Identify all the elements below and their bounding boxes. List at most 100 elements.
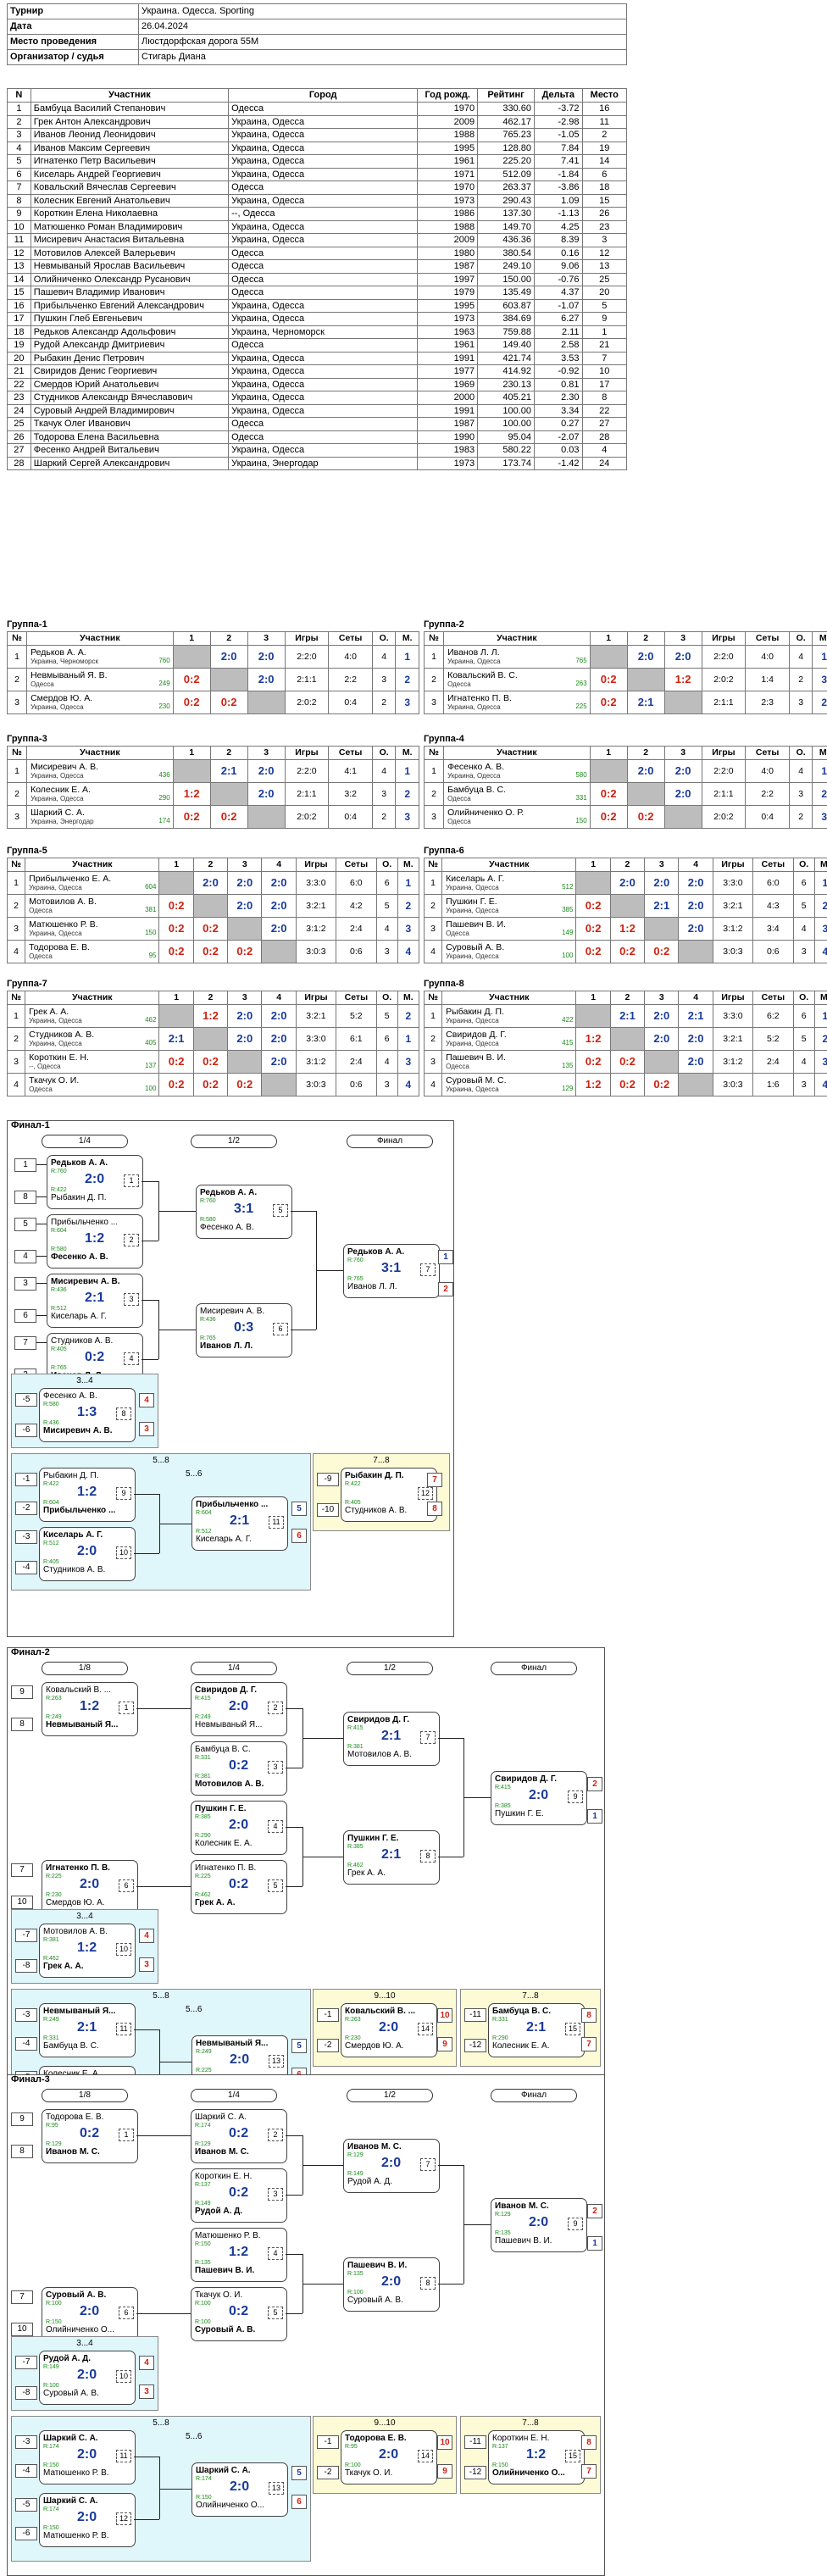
group-score-cell: 0:2 xyxy=(193,941,227,963)
group-score-cell: 0:2 xyxy=(173,691,210,714)
participants-table: NУчастникГородГод рожд.РейтингДельтаМест… xyxy=(7,88,627,470)
group-header-cell: О. xyxy=(372,632,395,646)
match-player-2: Прибыльченко ... xyxy=(43,1506,128,1515)
group-place-cell: 3 xyxy=(397,1051,419,1074)
group-sets-cell: 4:2 xyxy=(336,895,376,918)
group-player-cell: 462Грек А. А.Украина, Одесса xyxy=(25,1005,159,1028)
participant-cell: 380.54 xyxy=(478,247,535,260)
participant-cell: Смердов Юрий Анатольевич xyxy=(31,378,228,391)
participants-header-cell: Дельта xyxy=(534,89,582,103)
participant-cell: 290.43 xyxy=(478,194,535,208)
place-badge: 2 xyxy=(587,2204,602,2218)
group-points-cell: 2 xyxy=(789,806,812,829)
match-player-1: Шаркий С. А. xyxy=(195,2112,280,2122)
group-row: 3174Шаркий С. А.Украина, Энергодар0:20:2… xyxy=(8,806,419,829)
match-rating-1: R:129 xyxy=(495,2212,511,2218)
round-header: 1/8 xyxy=(42,2089,128,2102)
group-header-cell: М. xyxy=(813,747,827,760)
match-score: 2:1 xyxy=(526,2020,546,2035)
group-header-cell: 2 xyxy=(610,991,644,1005)
match-rating-1: R:263 xyxy=(46,1696,62,1702)
participant-cell: 1983 xyxy=(418,444,478,458)
final-title: Финал-3 xyxy=(11,2074,50,2085)
group-score-cell: 0:2 xyxy=(159,918,193,941)
group-self-cell xyxy=(193,895,227,918)
participant-cell: 2 xyxy=(582,129,626,142)
group-row-number: 2 xyxy=(425,1028,442,1051)
match-score: 2:0 xyxy=(230,2479,249,2495)
match-player-2: Рудой А. Д. xyxy=(195,2207,280,2216)
participant-cell: -0.76 xyxy=(534,273,582,286)
participant-row: 17Пушкин Глеб ЕвгеньевичУкраина, Одесса1… xyxy=(8,313,627,326)
participant-cell: 19 xyxy=(8,339,31,353)
group-score-cell: 2:1 xyxy=(610,1005,644,1028)
group-sets-cell: 6:2 xyxy=(753,1005,793,1028)
group-score-cell: 2:0 xyxy=(262,1028,296,1051)
match-rating-1: R:415 xyxy=(495,1785,511,1790)
participant-cell: 11 xyxy=(582,115,626,129)
group-row-number: 1 xyxy=(425,646,444,669)
seed-number: -7 xyxy=(15,1929,37,1942)
match-rating-2: R:150 xyxy=(43,2462,59,2468)
match-score: 1:3 xyxy=(77,1405,97,1420)
group-score-cell: 0:2 xyxy=(193,1051,227,1074)
participant-row: 24Суровый Андрей ВладимировичУкраина, Од… xyxy=(8,404,627,418)
participant-cell: Невмываный Ярослав Васильевич xyxy=(31,260,228,274)
match-number: 11 xyxy=(269,1516,284,1529)
match-rating-2: R:290 xyxy=(195,1833,211,1839)
participant-cell: 1963 xyxy=(418,325,478,339)
match-rating-2: R:405 xyxy=(43,1559,59,1565)
player-name: Студников А. В. xyxy=(29,1030,94,1040)
subsection-title: 3...4 xyxy=(12,1912,158,1921)
participant-cell: 2.58 xyxy=(534,339,582,353)
participant-cell: 2009 xyxy=(418,115,478,129)
group-header-cell: Сеты xyxy=(746,747,790,760)
match-box: Пашевич В. И.R:1352:0R:100Суровый А. В.8 xyxy=(343,2257,440,2312)
bracket-line xyxy=(134,1553,159,1554)
participant-cell: 8 xyxy=(8,194,31,208)
participant-cell: 10 xyxy=(8,220,31,234)
participant-cell: Украина, Одесса xyxy=(229,352,418,365)
match-rating-1: R:331 xyxy=(492,2017,508,2023)
match-score: 2:0 xyxy=(80,2304,99,2319)
group-score-cell: 0:2 xyxy=(576,895,610,918)
group-games-cell: 3:1:2 xyxy=(713,1051,752,1074)
group-table: №Участник1234ИгрыСетыО.М.1512Киселарь А.… xyxy=(424,858,827,963)
group-place-cell: 2 xyxy=(397,1005,419,1028)
participant-row: 26Тодорова Елена ВасильевнаОдесса199095.… xyxy=(8,430,627,444)
match-number: 11 xyxy=(116,2023,131,2035)
participant-cell: 2009 xyxy=(418,234,478,247)
match-player-1: Свиридов Д. Г. xyxy=(347,1715,432,1724)
match-number: 5 xyxy=(273,1204,288,1217)
match-box: Редьков А. А.R:7602:0R:422Рыбакин Д. П.1 xyxy=(47,1155,143,1209)
group-row-number: 3 xyxy=(8,918,25,941)
group-player-cell: 129Суровый М. С.Украина, Одесса xyxy=(442,1074,576,1096)
group-row-number: 1 xyxy=(8,760,27,783)
match-player-2: Смердов Ю. А. xyxy=(46,1898,130,1907)
match-rating-1: R:422 xyxy=(43,1481,59,1487)
player-name: Суровый М. С. xyxy=(446,1075,506,1085)
participant-cell: 11 xyxy=(8,234,31,247)
group-score-cell: 1:2 xyxy=(664,669,702,691)
group-sets-cell: 3:2 xyxy=(329,783,373,806)
match-rating-1: R:760 xyxy=(347,1257,364,1263)
seed-number: -4 xyxy=(15,2037,37,2051)
group-header-cell: Участник xyxy=(442,991,576,1005)
group-points-cell: 4 xyxy=(372,646,395,669)
group-header-cell: Участник xyxy=(27,632,174,646)
participant-cell: 173.74 xyxy=(478,457,535,470)
match-score: 2:0 xyxy=(77,1544,97,1559)
participant-cell: 23 xyxy=(8,391,31,405)
group-points-cell: 5 xyxy=(793,895,814,918)
match-player-1: Пашевич В. И. xyxy=(347,2261,432,2270)
bracket-line xyxy=(36,1315,47,1316)
match-rating-1: R:760 xyxy=(200,1198,216,1204)
bracket-line xyxy=(302,2284,343,2285)
match-rating-1: R:405 xyxy=(51,1346,67,1352)
group-row: 1580Фесенко А. В.Украина, Одесса2:02:02:… xyxy=(425,760,827,783)
group-score-cell: 1:2 xyxy=(173,783,210,806)
group-score-cell: 0:2 xyxy=(210,806,247,829)
match-player-2: Пушкин Г. Е. xyxy=(495,1809,580,1818)
group-header-cell: О. xyxy=(376,858,397,872)
seed-number: 8 xyxy=(14,1191,36,1204)
